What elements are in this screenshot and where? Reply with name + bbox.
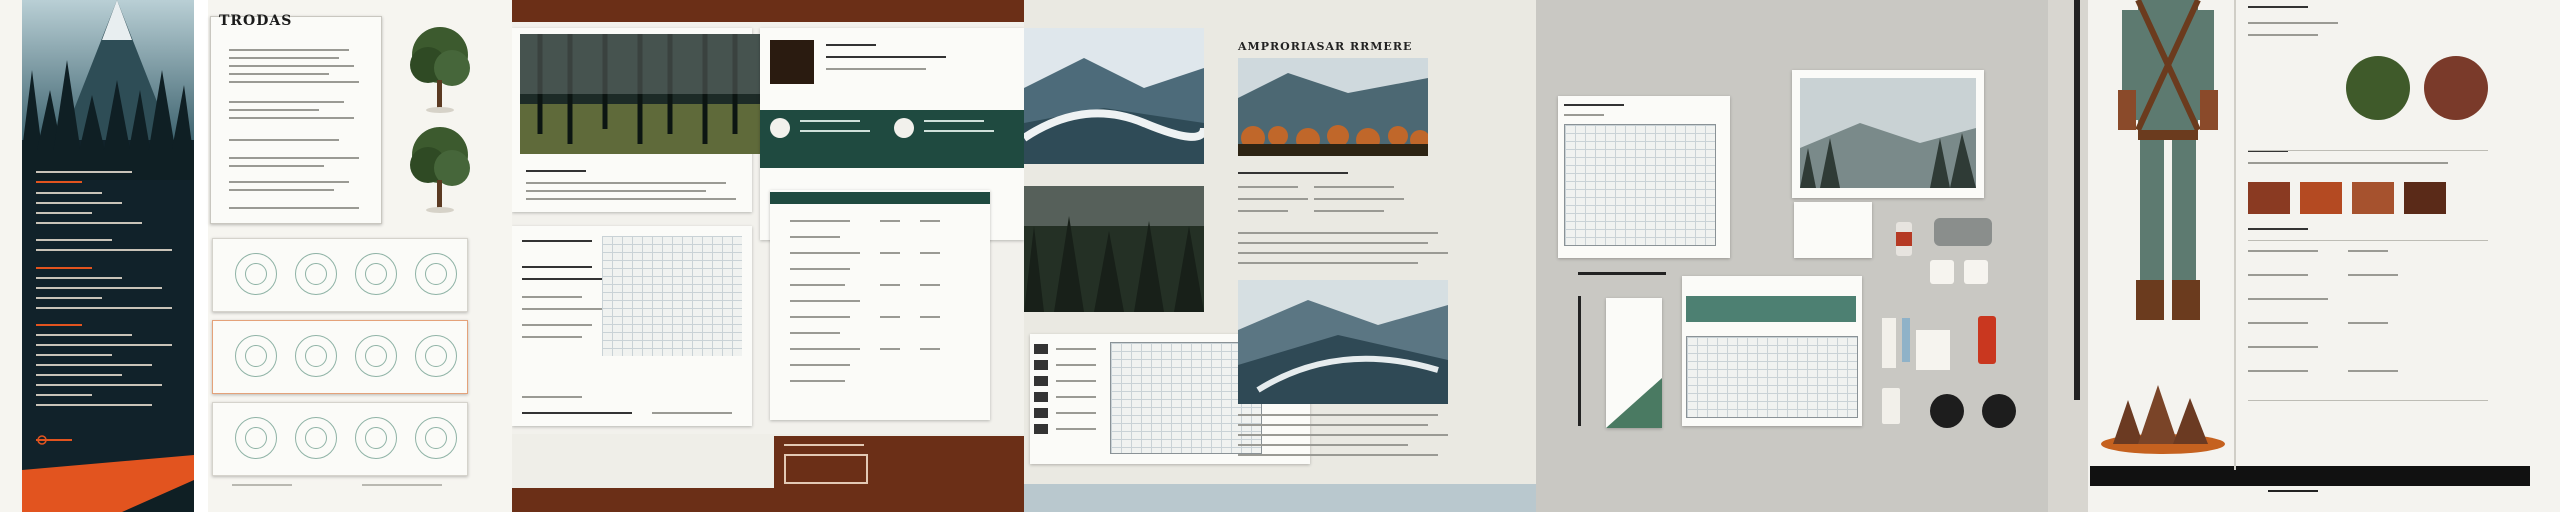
spec-sheet: TRODAS (210, 13, 382, 224)
cup-right (1982, 394, 2016, 428)
swatch-2 (2300, 182, 2342, 214)
mountain-forest-illustration (22, 0, 194, 512)
fog-photo (1800, 78, 1976, 188)
tree-swatch-green (2346, 56, 2410, 120)
collage-strip: TRODAS AMPRORIASAR RRMERE (0, 0, 2560, 512)
poster-border (194, 0, 208, 512)
pencil-horizontal (1578, 272, 1666, 275)
ranger-figure (2118, 0, 2218, 320)
staff (2074, 0, 2080, 400)
data-table-card (770, 190, 990, 420)
folded-card (1606, 298, 1662, 428)
bottle (1896, 222, 1912, 256)
footer-stripe (1024, 484, 1536, 512)
teal-banner (760, 110, 1024, 168)
panel-landscape-cards: AMPRORIASAR RRMERE (1024, 0, 1536, 512)
pencil-vertical (1578, 296, 1581, 426)
panel-flatlay (1536, 0, 2048, 512)
fog-photo-print (1792, 70, 1984, 198)
grid-document (1558, 96, 1730, 258)
swatch-3 (2352, 182, 2394, 214)
sheet-heading: TRODAS (219, 13, 293, 29)
brown-footer-band (512, 488, 1024, 512)
brown-header-band (512, 0, 1024, 22)
forest-photo-card (512, 28, 760, 212)
strap (1934, 218, 1992, 246)
teal-table-sheet (1682, 276, 1862, 426)
tree-swatch-red (2424, 56, 2488, 120)
contour-map-panels (212, 238, 468, 496)
forest-photo (520, 34, 760, 154)
pine-tree-icons (410, 27, 470, 213)
note-card (1794, 202, 1872, 258)
autumn-forest-photo (1238, 58, 1428, 156)
panel3-heading: AMPRORIASAR RRMERE (1238, 40, 1413, 53)
swatch-1 (2248, 182, 2290, 214)
dark-poster (22, 0, 194, 512)
brown-title-block (774, 436, 1024, 488)
dark-forest-photo (1024, 186, 1204, 312)
table-sheet (512, 226, 752, 426)
forest-mound-illustration (2101, 385, 2225, 454)
cup-left (1930, 394, 1964, 428)
misty-mountain-photo (1238, 280, 1448, 404)
river-valley-photo (1024, 28, 1204, 164)
swatch-4 (2404, 182, 2446, 214)
red-can (1978, 316, 1996, 364)
footer-bar (2090, 466, 2530, 486)
panel-forest-brochure (512, 0, 1024, 512)
panel-ranger-sheet (2048, 0, 2560, 512)
panel-forest-poster: TRODAS (0, 0, 512, 512)
